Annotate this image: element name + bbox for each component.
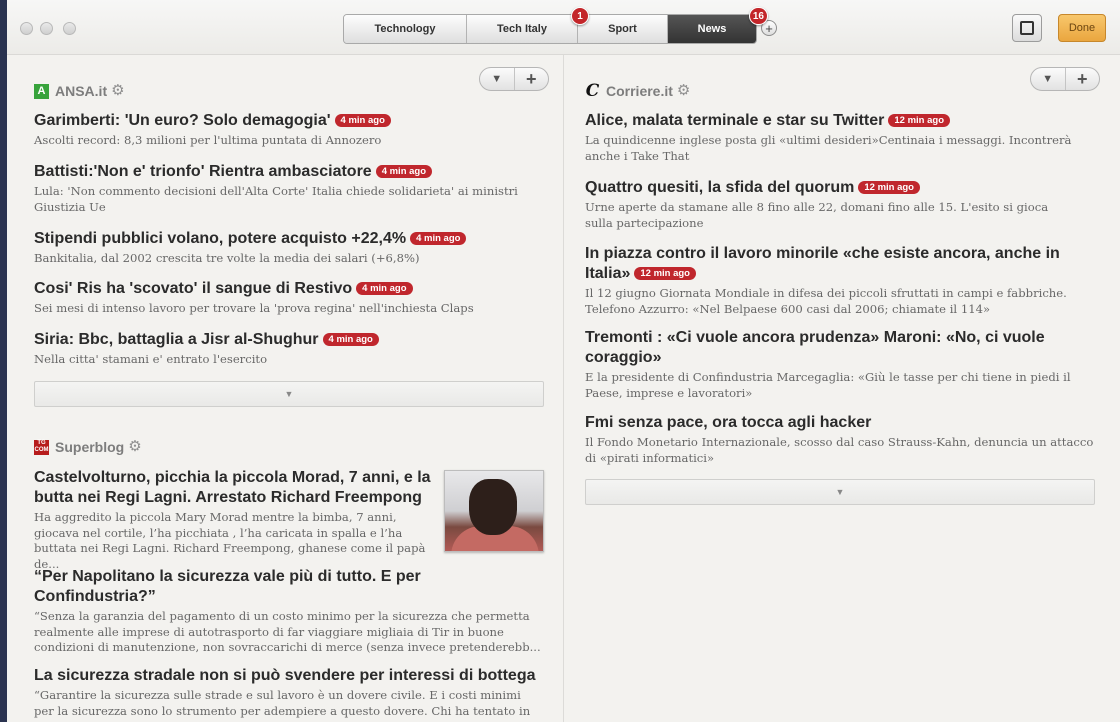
article-item[interactable]: Tremonti : «Ci vuole ancora prudenza» Ma… (585, 328, 1075, 401)
article-item[interactable]: Castelvolturno, picchia la piccola Morad… (34, 468, 436, 572)
done-button[interactable]: Done (1058, 14, 1106, 42)
tab-label: Tech Italy (497, 23, 547, 35)
load-more-bar[interactable]: ▼ (34, 381, 544, 407)
tab-label: Technology (374, 23, 436, 35)
load-more-bar[interactable]: ▼ (585, 479, 1095, 505)
article-headline: Fmi senza pace, ora tocca agli hacker (585, 414, 872, 431)
corriere-logo-icon: C (585, 80, 600, 101)
time-badge: 12 min ago (858, 181, 920, 194)
source-name: Superblog (55, 439, 125, 455)
chevron-down-icon[interactable]: ▼ (480, 68, 514, 90)
right-column: C Corriere.it ⚙ ▼ + Alice, malata termin… (564, 55, 1120, 722)
article-item[interactable]: Battisti:'Non e' trionfo' Rientra ambasc… (34, 162, 534, 215)
tab-news[interactable]: News 16 (668, 7, 768, 43)
article-summary: “Garantire la sicurezza sulle strade e s… (34, 688, 531, 722)
article-item[interactable]: La sicurezza stradale non si può svender… (34, 666, 544, 722)
time-badge: 4 min ago (356, 282, 413, 295)
article-thumbnail-image[interactable] (444, 470, 544, 552)
plus-icon[interactable]: + (513, 68, 549, 90)
source-name: Corriere.it (606, 83, 673, 99)
title-bar: Technology Tech Italy 1 Sport News 16 + Do… (7, 0, 1120, 55)
time-badge: 12 min ago (634, 267, 696, 280)
article-summary: Ha aggredito la piccola Mary Morad mentr… (34, 510, 426, 571)
article-item[interactable]: Fmi senza pace, ora tocca agli hacker Il… (585, 413, 1095, 466)
plus-icon[interactable]: + (1064, 68, 1100, 90)
corriere-source-controls: ▼ + (1030, 67, 1100, 91)
ansa-source-controls: ▼ + (479, 67, 549, 91)
article-summary: Il 12 giugno Giornata Mondiale in difesa… (585, 286, 1067, 316)
article-item[interactable]: Alice, malata terminale e star su Twitte… (585, 111, 1075, 164)
tab-technology[interactable]: Technology (344, 15, 467, 43)
tab-label: News (697, 23, 727, 35)
article-headline: Battisti:'Non e' trionfo' Rientra ambasc… (34, 163, 372, 180)
time-badge: 4 min ago (322, 333, 379, 346)
time-badge: 4 min ago (375, 165, 433, 178)
minimize-window-button[interactable] (40, 22, 53, 35)
tab-tech-italy[interactable]: Tech Italy 1 (467, 7, 589, 43)
category-tabs: Technology Tech Italy 1 Sport News 16 (343, 7, 768, 44)
article-summary: La quindicenne inglese posta gli «ultimi… (585, 133, 1072, 163)
article-summary: Il Fondo Monetario Internazionale, scoss… (585, 435, 1094, 465)
article-item[interactable]: Siria: Bbc, battaglia a Jisr al-Shughur 4… (34, 330, 544, 368)
square-icon (1020, 21, 1034, 35)
unread-badge: 16 (748, 7, 768, 25)
article-item[interactable]: Cosi' Ris ha 'scovato' il sangue di Rest… (34, 279, 544, 317)
chevron-down-icon[interactable]: ▼ (1031, 68, 1065, 90)
time-badge: 12 min ago (888, 114, 950, 127)
article-item[interactable]: Garimberti: 'Un euro? Solo demagogia' 4 m… (34, 111, 544, 149)
article-summary: E la presidente di Confindustria Marcega… (585, 370, 1071, 400)
close-window-button[interactable] (20, 22, 33, 35)
article-summary: Sei mesi di intenso lavoro per trovare l… (34, 301, 474, 315)
source-header-superblog: TG COM Superblog ⚙ (34, 437, 142, 457)
tab-label: Sport (608, 23, 637, 35)
article-summary: Bankitalia, dal 2002 crescita tre volte … (34, 251, 420, 265)
ansa-logo-icon: A (34, 83, 49, 99)
article-headline: Cosi' Ris ha 'scovato' il sangue di Rest… (34, 280, 353, 297)
time-badge: 4 min ago (410, 232, 467, 245)
layout-toggle-button[interactable] (1012, 14, 1042, 42)
article-headline: Tremonti : «Ci vuole ancora prudenza» Ma… (585, 329, 1045, 366)
article-headline: Garimberti: 'Un euro? Solo demagogia' (34, 112, 331, 129)
app-window: Technology Tech Italy 1 Sport News 16 + Do… (7, 0, 1120, 722)
plus-icon: + (765, 21, 773, 36)
tab-sport[interactable]: Sport (578, 15, 668, 43)
article-summary: “Senza la garanzia del pagamento di un c… (34, 609, 541, 654)
article-headline: Castelvolturno, picchia la piccola Morad… (34, 469, 431, 506)
article-headline: Alice, malata terminale e star su Twitte… (585, 112, 885, 129)
article-summary: Urne aperte da stamane alle 8 fino alle … (585, 200, 1049, 230)
article-item[interactable]: “Per Napolitano la sicurezza vale più di… (34, 567, 544, 656)
source-name: ANSA.it (55, 83, 108, 99)
gear-icon[interactable]: ⚙ (677, 83, 690, 98)
article-summary: Lula: 'Non commento decisioni dell'Alta … (34, 184, 518, 214)
chevron-down-icon: ▼ (284, 389, 294, 399)
left-column: A ANSA.it ⚙ ▼ + Garimberti: 'Un euro? So… (7, 55, 564, 722)
article-summary: Nella citta' stamani e' entrato l'eserci… (34, 352, 268, 366)
zoom-window-button[interactable] (63, 22, 76, 35)
article-summary: Ascolti record: 8,3 milioni per l'ultima… (34, 133, 382, 147)
gear-icon[interactable]: ⚙ (111, 83, 124, 98)
source-header-ansa: A ANSA.it ⚙ (34, 81, 125, 101)
source-header-corriere: C Corriere.it ⚙ (585, 80, 691, 101)
chevron-down-icon: ▼ (835, 487, 845, 497)
time-badge: 4 min ago (334, 114, 391, 127)
unread-badge: 1 (571, 7, 589, 25)
article-headline: Stipendi pubblici volano, potere acquist… (34, 230, 407, 247)
article-headline: La sicurezza stradale non si può svender… (34, 667, 536, 684)
gear-icon[interactable]: ⚙ (128, 439, 141, 454)
article-item[interactable]: Quattro quesiti, la sfida del quorum 12 m… (585, 178, 1075, 231)
tgcom-logo-icon: TG COM (34, 439, 49, 455)
article-item[interactable]: Stipendi pubblici volano, potere acquist… (34, 229, 544, 267)
article-headline: “Per Napolitano la sicurezza vale più di… (34, 568, 421, 605)
article-headline: Siria: Bbc, battaglia a Jisr al-Shughur (34, 331, 319, 348)
article-headline: Quattro quesiti, la sfida del quorum (585, 179, 855, 196)
article-item[interactable]: In piazza contro il lavoro minorile «che… (585, 244, 1075, 317)
